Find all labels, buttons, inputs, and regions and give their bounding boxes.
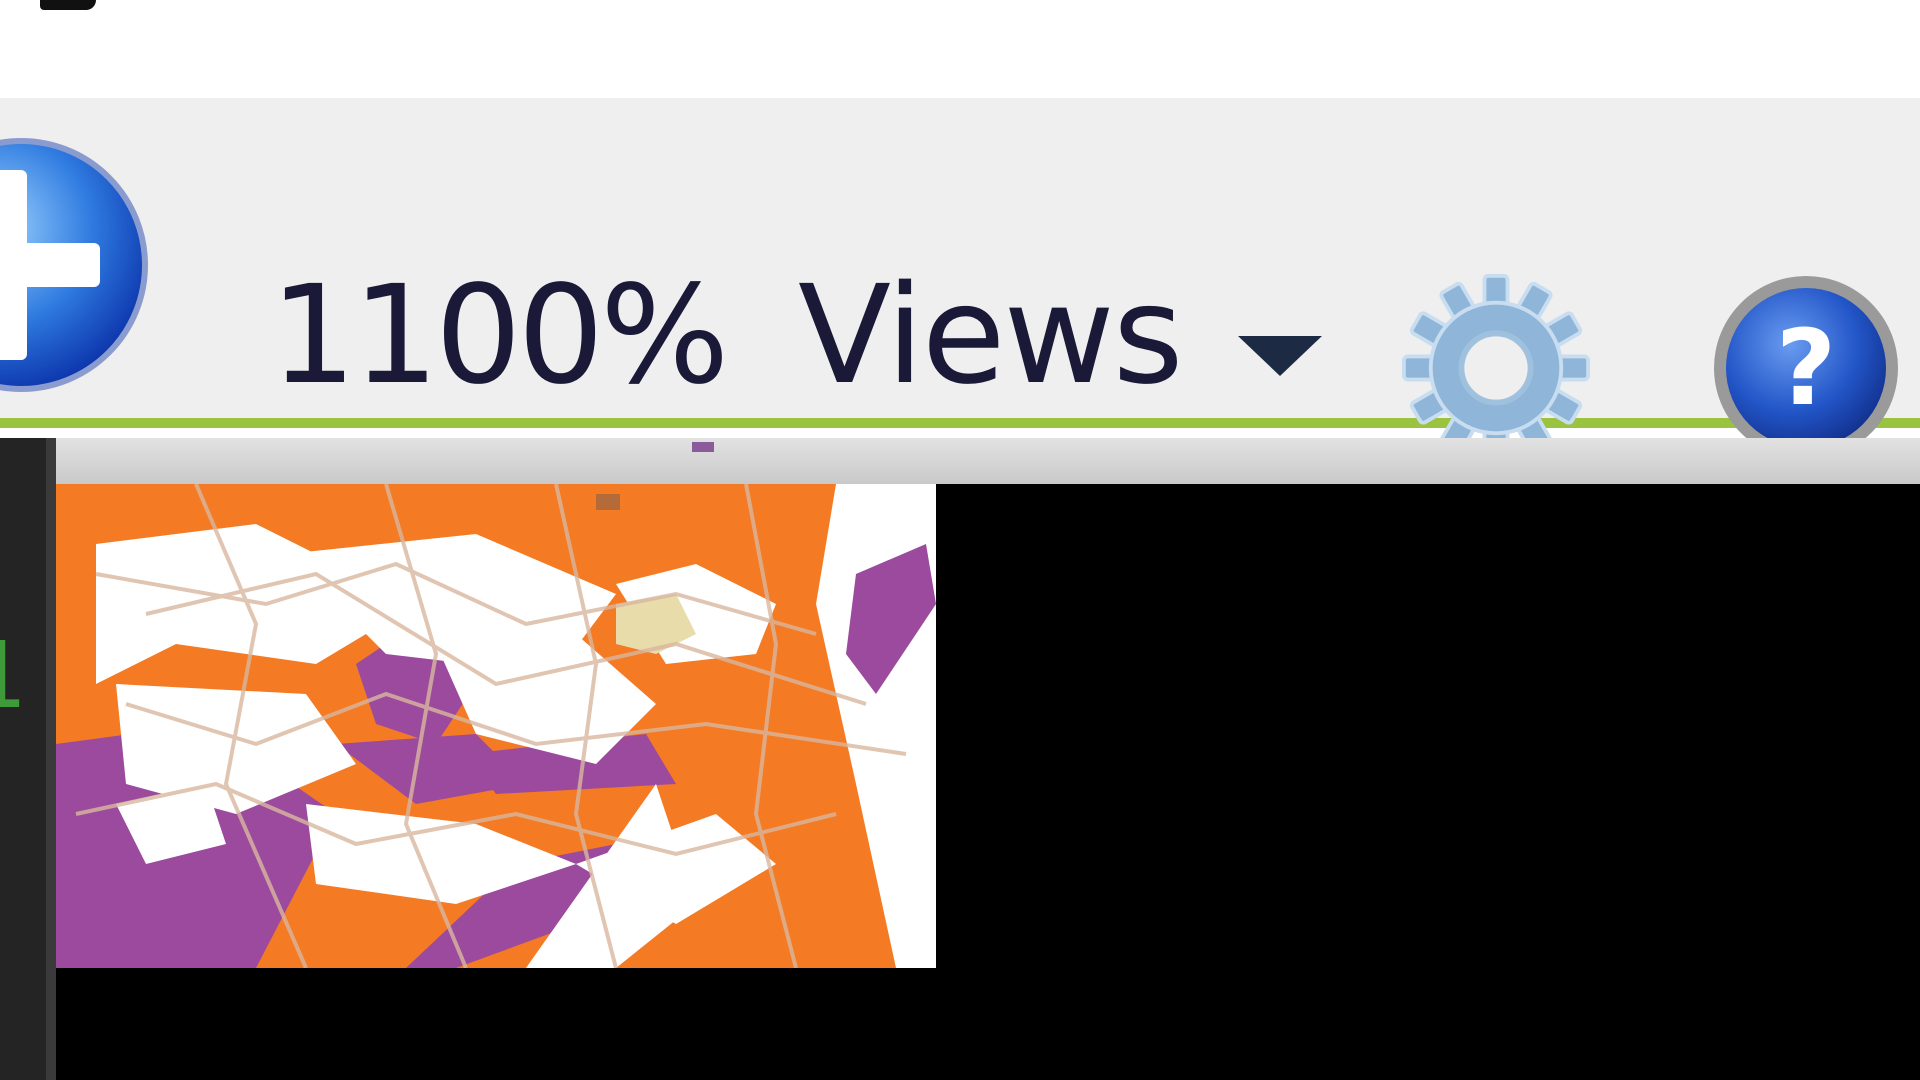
chevron-down-icon xyxy=(1237,336,1322,376)
line-number: 1 xyxy=(0,630,25,722)
zoom-in-circle-icon[interactable] xyxy=(0,134,152,396)
gear-icon[interactable] xyxy=(1400,272,1592,464)
title-bar xyxy=(0,0,1920,98)
gutter-edge xyxy=(46,438,56,1080)
zoom-level-label[interactable]: 1100% xyxy=(270,268,729,404)
scrollbar-thumb[interactable] xyxy=(692,442,714,452)
horizontal-scrollbar[interactable] xyxy=(56,438,1920,484)
views-label: Views xyxy=(798,257,1184,415)
line-gutter: 1 xyxy=(0,438,56,1080)
window-corner-mark xyxy=(40,0,96,10)
svg-text:?: ? xyxy=(1776,307,1836,429)
views-dropdown[interactable]: Views xyxy=(798,268,1322,428)
image-viewer[interactable] xyxy=(56,438,1920,1080)
toolbar: 1100% Views ? xyxy=(0,98,1920,463)
zoomed-image-graphic xyxy=(56,484,936,968)
app-window: 1100% Views ? xyxy=(0,0,1920,1080)
zoomed-image xyxy=(56,484,936,968)
